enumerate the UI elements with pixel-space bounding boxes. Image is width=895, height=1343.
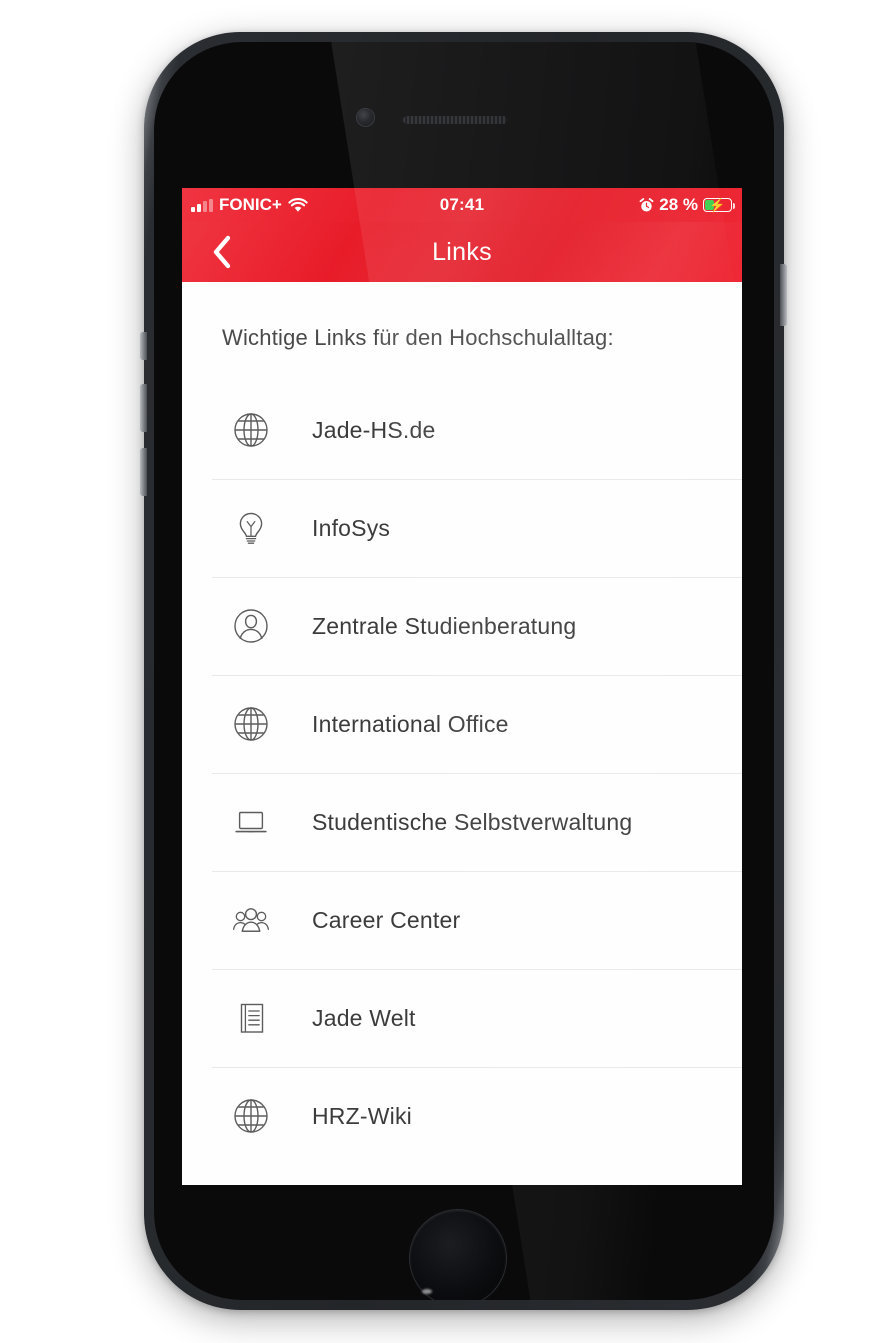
- battery-percent-label: 28 %: [659, 195, 698, 214]
- phone-device: FONIC+ 07:41 28 % ⚡ Links Wichtige Links…: [140, 32, 787, 1310]
- globe-icon: [222, 1096, 280, 1136]
- page-background: FONIC+ 07:41 28 % ⚡ Links Wichtige Links…: [0, 0, 895, 1343]
- volume-down-button[interactable]: [140, 448, 147, 496]
- people-group-icon: [222, 900, 280, 940]
- earpiece-speaker-icon: [403, 116, 507, 124]
- intro-text: Wichtige Links für den Hochschulalltag:: [222, 325, 614, 350]
- list-item-label: Studentische Selbstverwaltung: [312, 808, 633, 835]
- list-item[interactable]: Jade Welt: [182, 969, 742, 1067]
- list-item[interactable]: International Office: [182, 675, 742, 773]
- status-bar: FONIC+ 07:41 28 % ⚡: [182, 188, 742, 222]
- list-item[interactable]: Career Center: [182, 871, 742, 969]
- page-title: Links: [432, 237, 492, 266]
- list-item[interactable]: HRZ-Wiki: [182, 1067, 742, 1165]
- power-button[interactable]: [780, 264, 787, 326]
- list-item-label: International Office: [312, 710, 509, 737]
- content-area: Wichtige Links für den Hochschulalltag:: [182, 282, 742, 1185]
- list-item-label: HRZ-Wiki: [312, 1102, 412, 1129]
- list-item-label: Jade-HS.de: [312, 416, 436, 443]
- lightning-bolt-icon: ⚡: [709, 197, 726, 213]
- links-list: Jade-HS.de InfoSys Zentrale Studienberat…: [182, 381, 742, 1165]
- status-bar-right: 28 % ⚡: [639, 188, 736, 222]
- laptop-icon: [222, 802, 280, 842]
- document-lines-icon: [222, 998, 280, 1038]
- front-camera-icon: [357, 109, 374, 126]
- phone-glass-front: FONIC+ 07:41 28 % ⚡ Links Wichtige Links…: [154, 42, 774, 1300]
- globe-icon: [222, 410, 280, 450]
- alarm-clock-icon: [639, 197, 654, 213]
- clock-label: 07:41: [439, 195, 485, 214]
- nav-bar: Links: [182, 222, 742, 282]
- phone-screen: FONIC+ 07:41 28 % ⚡ Links Wichtige Links…: [182, 188, 742, 1185]
- person-circle-icon: [222, 606, 280, 646]
- volume-up-button[interactable]: [140, 384, 147, 432]
- list-item[interactable]: Jade-HS.de: [182, 381, 742, 479]
- list-item[interactable]: Zentrale Studienberatung: [182, 577, 742, 675]
- list-item-label: Zentrale Studienberatung: [312, 612, 577, 639]
- list-item-label: Jade Welt: [312, 1004, 416, 1031]
- list-item-label: Career Center: [312, 906, 461, 933]
- lightbulb-icon: [222, 508, 280, 548]
- list-item[interactable]: Studentische Selbstverwaltung: [182, 773, 742, 871]
- globe-icon: [222, 704, 280, 744]
- home-button[interactable]: [410, 1210, 506, 1300]
- list-item-label: InfoSys: [312, 514, 391, 541]
- mute-switch[interactable]: [140, 332, 147, 360]
- battery-icon: ⚡: [703, 197, 736, 213]
- list-item[interactable]: InfoSys: [182, 479, 742, 577]
